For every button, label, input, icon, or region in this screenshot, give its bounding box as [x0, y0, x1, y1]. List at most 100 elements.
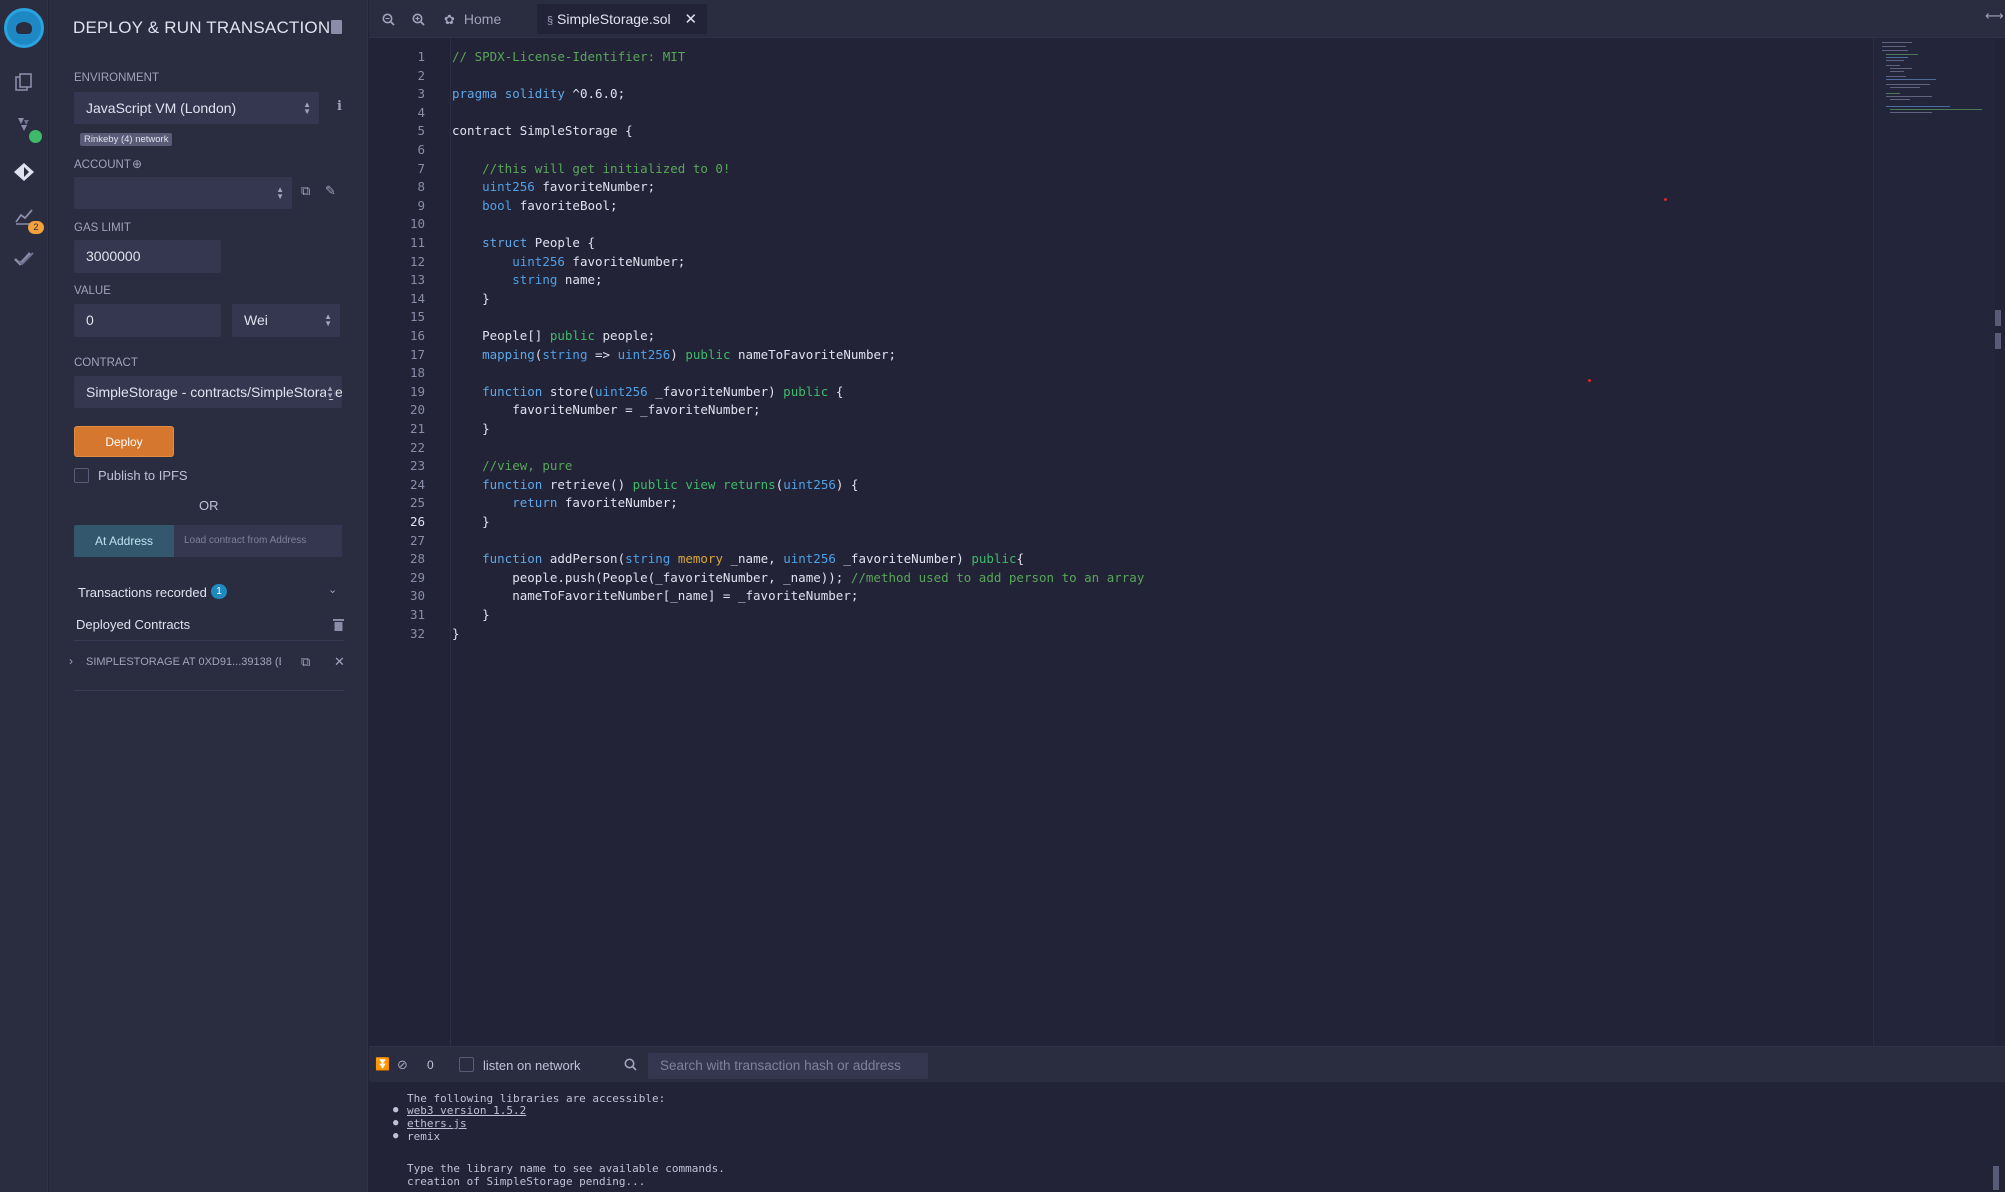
- value-input[interactable]: 0: [74, 304, 221, 337]
- documentation-icon[interactable]: [331, 20, 342, 34]
- remix-home-icon: ✿: [444, 12, 455, 27]
- deploy-button[interactable]: Deploy: [74, 426, 174, 457]
- line-number: 32: [409, 625, 425, 641]
- terminal-scrollbar[interactable]: [1993, 1166, 1999, 1190]
- contract-select[interactable]: SimpleStorage - contracts/SimpleStorage.…: [74, 376, 342, 408]
- environment-label: ENVIRONMENT: [74, 72, 159, 84]
- code-line[interactable]: }: [452, 291, 490, 306]
- line-number: 27: [409, 532, 425, 548]
- terminal-output: The following libraries are accessible: …: [369, 1082, 2005, 1192]
- code-line[interactable]: //view, pure: [452, 458, 572, 473]
- code-line[interactable]: }: [452, 607, 490, 622]
- code-line[interactable]: }: [452, 626, 460, 641]
- tab-home-label: Home: [463, 11, 502, 27]
- editor-scrollbar-marker[interactable]: [1995, 310, 2001, 326]
- info-icon[interactable]: i: [337, 100, 342, 113]
- code-line[interactable]: favoriteNumber = _favoriteNumber;: [452, 402, 760, 417]
- code-line[interactable]: return favoriteNumber;: [452, 495, 678, 510]
- solidity-compiler-icon[interactable]: [10, 113, 42, 143]
- code-line[interactable]: bool favoriteBool;: [452, 198, 617, 213]
- account-label: ACCOUNT: [74, 159, 131, 171]
- value-label: VALUE: [74, 285, 111, 297]
- code-line[interactable]: //this will get initialized to 0!: [452, 161, 730, 176]
- deployed-instance-label[interactable]: SIMPLESTORAGE AT 0XD91...39138 (BI: [86, 656, 281, 668]
- editor-scrollbar-marker[interactable]: [1995, 333, 2001, 349]
- line-number: 15: [409, 309, 425, 325]
- bullet: ●: [393, 1105, 399, 1115]
- zoom-in-icon[interactable]: [412, 13, 425, 28]
- compile-success-badge: [29, 130, 42, 143]
- code-editor[interactable]: // SPDX-License-Identifier: MIT pragma so…: [452, 38, 1872, 1046]
- zoom-out-icon[interactable]: [382, 13, 395, 28]
- code-line[interactable]: uint256 favoriteNumber;: [452, 179, 655, 194]
- line-number: 13: [409, 272, 425, 288]
- deploy-run-icon[interactable]: [10, 158, 38, 186]
- at-address-button[interactable]: At Address: [74, 525, 174, 557]
- line-number: 14: [409, 290, 425, 306]
- select-arrows-icon: ▲ ▼: [326, 384, 334, 400]
- code-line[interactable]: }: [452, 514, 490, 529]
- file-explorer-icon[interactable]: [10, 68, 38, 96]
- code-line[interactable]: People[] public people;: [452, 328, 655, 343]
- separator: [74, 640, 344, 641]
- code-line[interactable]: mapping(string => uint256) public nameTo…: [452, 347, 896, 362]
- transactions-recorded-label[interactable]: Transactions recorded: [78, 585, 207, 600]
- code-line[interactable]: struct People {: [452, 235, 595, 250]
- code-line[interactable]: pragma solidity ^0.6.0;: [452, 86, 625, 101]
- transactions-count-badge: 1: [211, 584, 227, 599]
- chevron-down-icon[interactable]: ⌄: [328, 585, 337, 596]
- value-unit-select[interactable]: Wei ▲ ▼: [232, 304, 340, 337]
- solidity-file-icon: §: [547, 15, 554, 27]
- code-line[interactable]: function addPerson(string memory _name, …: [452, 551, 1024, 566]
- select-arrows-icon: ▲ ▼: [324, 312, 332, 328]
- tab-simplestorage[interactable]: § SimpleStorage.sol ✕: [537, 4, 708, 34]
- line-number-gutter: 1 2 3 4 5 6 7 8 9 10 11 12 13 14 15 16 17 18 19 20 21 22 23 24 2…: [369, 38, 451, 1046]
- editor-minimap[interactable]: [1873, 38, 1995, 1046]
- collapse-terminal-icon[interactable]: ⏬: [375, 1058, 390, 1070]
- unit-test-icon[interactable]: [10, 245, 38, 273]
- or-divider: OR: [199, 498, 219, 513]
- code-line[interactable]: nameToFavoriteNumber[_name] = _favoriteN…: [452, 588, 858, 603]
- remix-logo-icon[interactable]: [4, 8, 44, 48]
- library-link-web3[interactable]: web3 version 1.5.2: [407, 1104, 526, 1117]
- line-number: 21: [409, 421, 425, 436]
- environment-select[interactable]: JavaScript VM (London) ▲ ▼: [74, 92, 319, 124]
- trash-icon[interactable]: [333, 618, 344, 633]
- line-number: 5: [417, 123, 425, 139]
- code-line[interactable]: uint256 favoriteNumber;: [452, 254, 685, 269]
- chevron-right-icon[interactable]: ›: [69, 655, 73, 667]
- line-number: 9: [417, 197, 425, 213]
- code-line[interactable]: // SPDX-License-Identifier: MIT: [452, 49, 685, 64]
- code-line[interactable]: people.push(People(_favoriteNumber, _nam…: [452, 570, 1144, 585]
- line-number: 28: [409, 551, 425, 567]
- close-instance-icon[interactable]: ✕: [334, 655, 345, 668]
- code-line[interactable]: }: [452, 421, 490, 436]
- line-number: 6: [417, 142, 425, 157]
- tab-home[interactable]: ✿ Home: [444, 4, 501, 34]
- terminal-status: creation of SimpleStorage pending...: [407, 1175, 646, 1188]
- code-line[interactable]: contract SimpleStorage {: [452, 123, 633, 138]
- sign-message-icon[interactable]: ✎: [325, 184, 336, 197]
- line-number: 7: [417, 160, 425, 176]
- copy-address-icon[interactable]: ⧉: [301, 184, 310, 197]
- add-account-icon[interactable]: ⊕: [132, 158, 142, 170]
- line-number: 29: [409, 569, 425, 585]
- code-line[interactable]: string name;: [452, 272, 602, 287]
- publish-ipfs-checkbox[interactable]: [74, 468, 89, 483]
- expand-panel-icon[interactable]: ⟷: [1985, 9, 2004, 22]
- clear-console-icon[interactable]: ⊘: [397, 1058, 408, 1071]
- code-line[interactable]: function store(uint256 _favoriteNumber) …: [452, 384, 843, 399]
- listen-network-checkbox[interactable]: [459, 1057, 474, 1072]
- at-address-input[interactable]: Load contract from Address: [174, 525, 342, 557]
- separator: [74, 690, 344, 691]
- copy-address-icon[interactable]: ⧉: [301, 655, 310, 668]
- code-line[interactable]: function retrieve() public view returns(…: [452, 477, 858, 492]
- library-link-ethers[interactable]: ethers.js: [407, 1117, 467, 1130]
- analysis-icon[interactable]: 2: [10, 202, 44, 234]
- line-number: 4: [417, 104, 425, 120]
- account-select[interactable]: ▲ ▼: [74, 177, 292, 209]
- line-number: 10: [409, 216, 425, 232]
- terminal-search-input[interactable]: Search with transaction hash or address: [648, 1053, 928, 1079]
- close-tab-icon[interactable]: ✕: [685, 11, 698, 28]
- gas-limit-input[interactable]: 3000000: [74, 240, 221, 273]
